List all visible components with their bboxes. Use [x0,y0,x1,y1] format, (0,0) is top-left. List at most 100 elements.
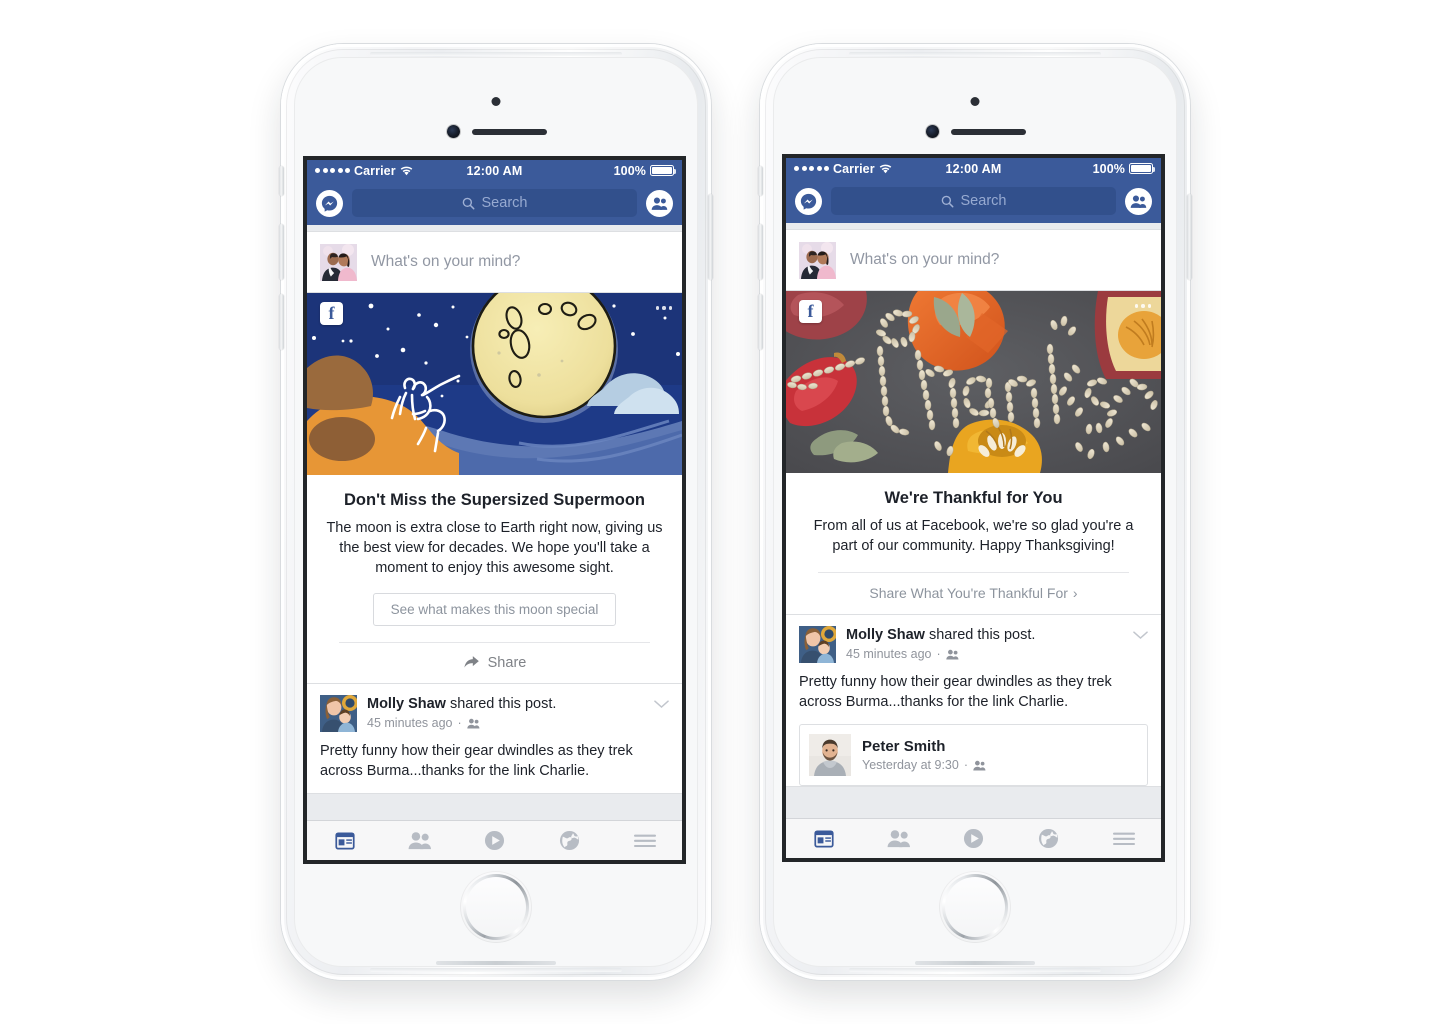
composer-placeholder: What's on your mind? [850,251,1000,268]
search-input[interactable]: Search [831,187,1116,215]
post-author-name[interactable]: Molly Shaw [846,627,925,643]
tab-more[interactable] [607,834,682,848]
post-timestamp: 45 minutes ago [846,647,932,662]
post-author-block: Molly Shaw shared this post. 45 minutes … [846,626,1123,661]
status-composer[interactable]: What's on your mind? [307,231,682,293]
hamburger-menu-icon [1112,832,1135,845]
attached-post-card[interactable]: Peter Smith Yesterday at 9:30 · [799,724,1148,787]
facebook-top-bar: Search [307,181,682,225]
molly-shaw-avatar[interactable] [799,625,836,663]
iphone-device-left: Carrier 12:00 AM 100% Search What's on y… [279,44,713,980]
hamburger-menu-icon [633,834,656,847]
post-author-name[interactable]: Molly Shaw [367,696,446,712]
bottom-tab-bar [786,818,1161,858]
user-avatar[interactable] [320,243,357,281]
ellipsis-icon[interactable] [655,306,672,310]
friends-icon [887,830,910,848]
news-feed-right[interactable]: What's on your mind? f We're Thankful fo… [786,229,1161,818]
post-author-line: Molly Shaw shared this post. [367,696,644,713]
battery-percent-label: 100% [613,163,646,178]
news-feed-icon [334,831,355,849]
friend-requests-icon[interactable] [1125,187,1152,215]
sponsored-card-thanks[interactable]: f We're Thankful for You From all of us … [786,291,1161,615]
post-header: Molly Shaw shared this post. 45 minutes … [307,684,682,732]
share-button[interactable]: Share [307,643,682,683]
friend-requests-icon[interactable] [646,189,673,217]
volume-up-button[interactable] [758,224,763,280]
post-meta: 45 minutes ago · [367,716,644,730]
composer-placeholder: What's on your mind? [371,253,521,270]
home-button[interactable] [460,871,532,943]
volume-down-button[interactable] [279,294,284,350]
iphone-device-right: Carrier 12:00 AM 100% Search What's on y… [758,44,1192,980]
post-author-line: Molly Shaw shared this post. [846,627,1123,644]
attached-author-name[interactable]: Peter Smith [862,738,986,755]
attached-meta: Yesterday at 9:30 · [862,758,986,772]
share-thankful-link[interactable]: Share What You're Thankful For › [786,573,1161,614]
tab-notifications[interactable] [1011,828,1086,849]
power-button[interactable] [1187,194,1192,280]
feed-post-molly-shaw[interactable]: Molly Shaw shared this post. 45 minutes … [786,614,1161,788]
cta-button[interactable]: See what makes this moon special [372,592,617,626]
tab-notifications[interactable] [532,830,607,851]
news-feed-left[interactable]: What's on your mind? f Don't Miss the Su… [307,231,682,820]
volume-down-button[interactable] [758,294,763,350]
antenna-line-top [849,52,1101,56]
play-circle-icon [963,828,984,849]
search-input[interactable]: Search [352,189,637,217]
status-composer[interactable]: What's on your mind? [786,229,1161,291]
power-button[interactable] [708,194,713,280]
volume-up-button[interactable] [279,224,284,280]
attached-card-text: Peter Smith Yesterday at 9:30 · [862,738,986,772]
clock-label: 12:00 AM [466,163,523,178]
attached-timestamp: Yesterday at 9:30 [862,758,959,773]
signal-strength-icon [794,166,829,171]
peter-smith-avatar[interactable] [809,734,851,777]
molly-shaw-avatar[interactable] [320,694,357,732]
tab-video[interactable] [936,828,1011,849]
sponsored-card-body: We're Thankful for You From all of us at… [786,473,1161,573]
status-bar-left: Carrier [315,164,466,178]
antenna-line-top [370,52,622,56]
user-avatar[interactable] [799,241,836,279]
feed-post-molly-shaw[interactable]: Molly Shaw shared this post. 45 minutes … [307,683,682,795]
meta-separator: · [936,647,941,662]
friends-audience-icon [945,649,959,659]
tab-news-feed[interactable] [307,831,382,851]
proximity-sensor-icon [491,97,501,106]
chevron-down-icon[interactable] [654,695,669,712]
tab-friends[interactable] [861,829,936,848]
facebook-f-glyph: f [807,301,814,321]
globe-icon [1038,828,1059,849]
screenshot-canvas: Carrier 12:00 AM 100% Search What's on y… [0,0,1440,1024]
friends-audience-icon [973,760,986,771]
sponsored-card-supermoon[interactable]: f Don't Miss the Supersized Supermoon Th… [307,293,682,684]
tab-news-feed[interactable] [786,829,861,849]
battery-full-icon [1129,163,1156,174]
mute-switch[interactable] [279,166,284,196]
tab-video[interactable] [457,830,532,851]
card-description: The moon is extra close to Earth right n… [326,519,663,576]
supermoon-art [307,293,682,475]
messenger-icon[interactable] [795,187,822,215]
post-action-text: shared this post. [924,626,1036,643]
antenna-line-bottom [849,968,1101,972]
post-body-text: Pretty funny how their gear dwindles as … [799,673,1112,710]
facebook-top-bar: Search [786,179,1161,223]
signal-strength-icon [315,168,350,173]
tab-friends[interactable] [382,831,457,850]
thanks-seeds-art [786,291,1161,473]
messenger-icon[interactable] [316,189,343,217]
sponsored-card-body: Don't Miss the Supersized Supermoon The … [307,475,682,643]
thanks-photo[interactable]: f [786,291,1161,473]
chevron-down-icon[interactable] [1133,626,1148,643]
supermoon-illustration[interactable]: f [307,293,682,475]
home-button[interactable] [939,871,1011,943]
tab-more[interactable] [1086,832,1161,846]
search-placeholder: Search [960,193,1007,209]
phone-screen-left: Carrier 12:00 AM 100% Search What's on y… [307,160,682,860]
ellipsis-icon[interactable] [1134,304,1151,308]
card-description: From all of us at Facebook, we're so gla… [813,517,1134,554]
antenna-line-bottom [370,968,622,972]
mute-switch[interactable] [758,166,763,196]
